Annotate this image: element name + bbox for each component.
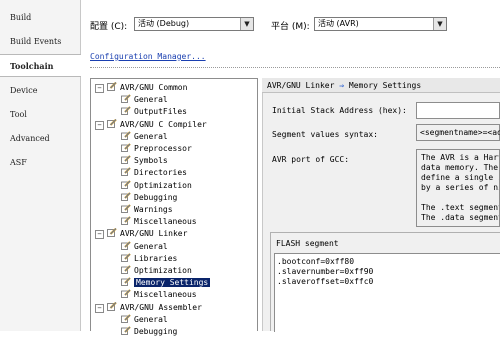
tree-item-label: Debugging xyxy=(134,192,178,202)
stack-address-label: Initial Stack Address (hex): xyxy=(272,106,407,115)
tab-device[interactable]: Device xyxy=(0,79,79,102)
avr-port-line: The AVR is a Harva xyxy=(421,153,500,162)
tree-group-label: AVR/GNU C Compiler xyxy=(120,119,207,129)
segment-syntax-field: <segmentname>=<add xyxy=(416,124,500,141)
avr-port-line: data memory. The g xyxy=(421,163,500,172)
divider xyxy=(90,67,500,68)
tree-item[interactable]: Optimization xyxy=(121,179,192,192)
tab-build[interactable]: Build xyxy=(0,6,79,29)
flash-segment-textarea[interactable]: .bootconf=0xff80 .slavernumber=0xff90 .s… xyxy=(274,253,500,332)
platform-label: 平台 (M): xyxy=(271,22,310,32)
tree-item-label: Preprocessor xyxy=(134,144,192,153)
tree-item-label: Optimization xyxy=(134,266,192,275)
tree-item-label: Optimization xyxy=(134,180,192,190)
flash-segment-title: FLASH segment xyxy=(276,239,339,248)
arrow-right-icon: ⇒ xyxy=(339,81,345,90)
tree-item-label: Warnings xyxy=(134,205,173,214)
tree-item-label: Symbols xyxy=(134,156,168,166)
tree-item[interactable]: Debugging xyxy=(121,326,177,338)
flash-segment-group: FLASH segment .bootconf=0xff80 .slavernu… xyxy=(270,232,500,332)
flash-segment-line: .bootconf=0xff80 xyxy=(277,257,355,266)
panel-breadcrumb: AVR/GNU Linker ⇒ Memory Settings xyxy=(262,78,500,93)
tree-item[interactable]: Libraries xyxy=(121,253,177,265)
tree-group[interactable]: AVR/GNU Linker xyxy=(107,228,187,240)
configuration-select[interactable]: 活动 (Debug) ▼ xyxy=(134,17,254,31)
settings-tab-strip: Build Build Events Toolchain Device Tool… xyxy=(0,0,81,331)
tree-group-label: AVR/GNU Linker xyxy=(120,229,188,239)
tree-item[interactable]: Symbols xyxy=(121,155,168,167)
segment-syntax-value: <segmentname>=<add xyxy=(420,128,500,137)
flash-segment-line: .slaveroffset=0xffc0 xyxy=(277,277,374,286)
avr-port-description: The AVR is a Harva data memory. The g de… xyxy=(416,149,500,227)
breadcrumb-parent: AVR/GNU Linker xyxy=(267,81,335,90)
tree-item-label: General xyxy=(134,314,168,324)
avr-port-line: by a series of nif xyxy=(421,183,500,192)
chevron-down-icon[interactable]: ▼ xyxy=(433,18,446,30)
configuration-value: 活动 (Debug) xyxy=(138,19,190,28)
tree-item[interactable]: Warnings xyxy=(121,204,173,216)
collapse-toggle[interactable]: − xyxy=(95,84,104,93)
tree-item-label: Memory Settings xyxy=(134,278,211,288)
tree-item-label: General xyxy=(134,241,168,251)
tree-item[interactable]: Optimization xyxy=(121,265,192,277)
tree-item[interactable]: General xyxy=(121,94,168,106)
tree-group-label: AVR/GNU Common xyxy=(120,83,188,92)
tree-item[interactable]: OutputFiles xyxy=(121,106,187,118)
tree-item-label: General xyxy=(134,131,168,141)
avr-port-line: The .data segment xyxy=(421,213,500,222)
avr-port-label: AVR port of GCC: xyxy=(272,155,350,164)
chevron-down-icon[interactable]: ▼ xyxy=(240,18,253,30)
tree-item-label: Directories xyxy=(134,168,187,178)
tree-item-label: Libraries xyxy=(134,253,178,263)
tab-advanced[interactable]: Advanced xyxy=(0,127,79,150)
tab-asf[interactable]: ASF xyxy=(0,151,79,174)
tab-toolchain[interactable]: Toolchain xyxy=(0,54,81,77)
tab-build-events[interactable]: Build Events xyxy=(0,30,79,53)
flash-segment-line: .slavernumber=0xff90 xyxy=(277,267,374,276)
collapse-toggle[interactable]: − xyxy=(95,120,104,130)
tree-item[interactable]: Miscellaneous xyxy=(121,289,197,301)
tree-item[interactable]: Preprocessor xyxy=(121,143,192,155)
avr-port-line: define a single st xyxy=(421,173,500,182)
tree-item[interactable]: Debugging xyxy=(121,192,177,204)
tree-item[interactable]: General xyxy=(121,240,168,253)
configuration-manager-link[interactable]: Configuration Manager... xyxy=(90,52,206,61)
tree-group[interactable]: AVR/GNU Common xyxy=(107,82,187,94)
avr-port-line: The .text segment xyxy=(421,203,500,212)
stack-address-input[interactable] xyxy=(416,102,500,119)
tree-item-label: General xyxy=(134,95,168,105)
tree-item-label: Miscellaneous xyxy=(134,217,197,227)
collapse-toggle[interactable]: − xyxy=(95,303,104,313)
tree-item-label: OutputFiles xyxy=(134,107,187,117)
tree-group[interactable]: AVR/GNU Assembler xyxy=(107,301,202,314)
tab-tool[interactable]: Tool xyxy=(0,103,79,126)
tree-group-label: AVR/GNU Assembler xyxy=(120,302,202,312)
segment-syntax-label: Segment values syntax: xyxy=(272,130,378,139)
tree-group[interactable]: AVR/GNU C Compiler xyxy=(107,118,207,131)
toolchain-tree[interactable]: − AVR/GNU Common General OutputFiles − AVR/GN… xyxy=(90,78,258,336)
collapse-toggle[interactable]: − xyxy=(95,230,104,240)
tree-item[interactable]: Memory Settings xyxy=(121,277,211,289)
breadcrumb-current: Memory Settings xyxy=(348,81,422,90)
tree-item[interactable]: Miscellaneous xyxy=(121,216,197,228)
tree-item[interactable]: General xyxy=(121,131,168,143)
tree-item-label: Debugging xyxy=(134,327,178,336)
tree-item[interactable]: Directories xyxy=(121,167,187,179)
platform-select[interactable]: 活动 (AVR) ▼ xyxy=(314,17,447,31)
tree-item-label: Miscellaneous xyxy=(134,290,197,300)
tree-item[interactable]: General xyxy=(121,314,168,326)
configuration-label: 配置 (C): xyxy=(90,22,128,32)
platform-value: 活动 (AVR) xyxy=(318,19,359,28)
